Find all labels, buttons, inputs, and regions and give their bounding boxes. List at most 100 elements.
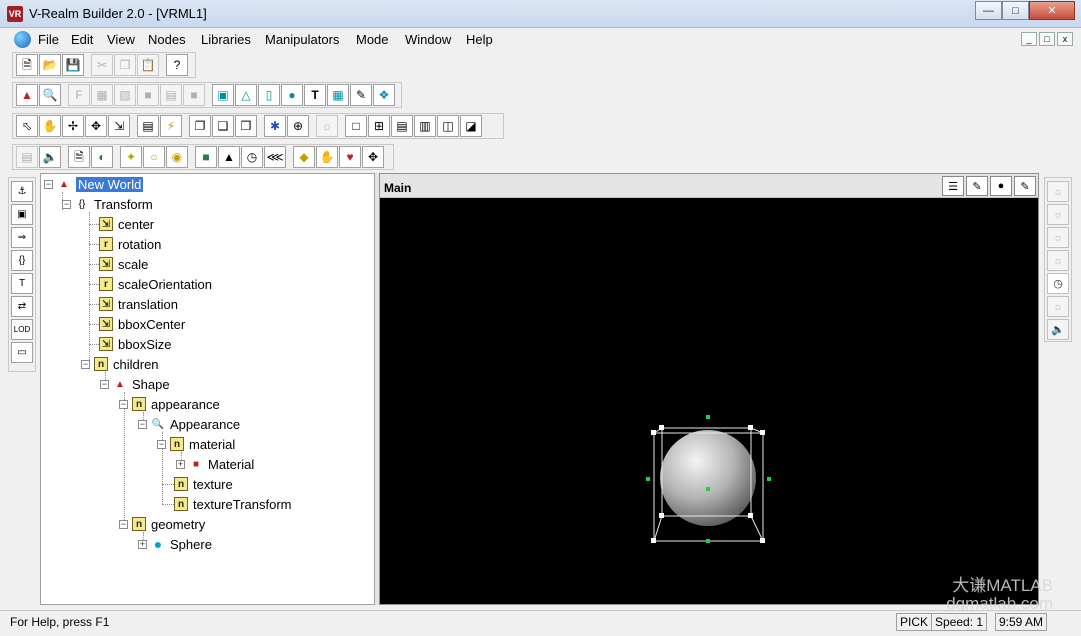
script-icon[interactable]: ♥: [339, 146, 361, 168]
sphere-object[interactable]: [660, 430, 756, 526]
menu-window[interactable]: Window: [405, 32, 451, 47]
new-file-icon[interactable]: 🗎: [16, 54, 38, 76]
sphere-icon[interactable]: ●: [281, 84, 303, 106]
light-3-icon[interactable]: ☼: [1047, 227, 1069, 248]
light-2-icon[interactable]: ☼: [1047, 204, 1069, 225]
view-top-icon[interactable]: ❒: [235, 115, 257, 137]
rotate-icon[interactable]: ✱: [264, 115, 286, 137]
maximize-button[interactable]: □: [1002, 1, 1029, 20]
viewpoint-icon[interactable]: ▤: [137, 115, 159, 137]
move-vertical-icon[interactable]: ✥: [85, 115, 107, 137]
split-left-icon[interactable]: ◪: [460, 115, 482, 137]
directional-light-icon[interactable]: ✦: [120, 146, 142, 168]
cut-icon[interactable]: ✂: [91, 54, 113, 76]
menu-view[interactable]: View: [107, 32, 135, 47]
navigation-mode-icon[interactable]: ✎: [1014, 176, 1036, 196]
billboard-icon[interactable]: ▣: [11, 204, 33, 225]
minimize-button[interactable]: —: [975, 1, 1002, 20]
spot-light-icon[interactable]: ◉: [166, 146, 188, 168]
tree-geometry-field[interactable]: − n geometry: [119, 514, 205, 534]
anchor-doc-icon[interactable]: 🗎: [68, 146, 90, 168]
group-icon[interactable]: {}: [11, 250, 33, 271]
collision-icon[interactable]: ⇒: [11, 227, 33, 248]
3d-canvas[interactable]: [380, 198, 1038, 604]
view-front-icon[interactable]: ❐: [189, 115, 211, 137]
touch-sensor-icon[interactable]: ◆: [293, 146, 315, 168]
mdi-restore-button[interactable]: □: [1039, 32, 1055, 46]
time-sensor-icon[interactable]: ◷: [241, 146, 263, 168]
tree-field-translation[interactable]: ⇲ translation: [99, 294, 178, 314]
tree-material-field[interactable]: − n material: [157, 434, 235, 454]
anchor-icon[interactable]: ⚓: [11, 181, 33, 202]
tree-children[interactable]: − n children: [81, 354, 159, 374]
quad-view-icon[interactable]: ⊞: [368, 115, 390, 137]
box-icon[interactable]: ▣: [212, 84, 234, 106]
texture-transform-icon[interactable]: ▤: [160, 84, 182, 106]
extrusion-icon[interactable]: ✎: [350, 84, 372, 106]
save-icon[interactable]: 💾: [62, 54, 84, 76]
orbit-icon[interactable]: ⊕: [287, 115, 309, 137]
transform-icon[interactable]: T: [11, 273, 33, 294]
tree-texture-field[interactable]: n texture: [174, 474, 233, 494]
tree-field-scale[interactable]: ⇲ scale: [99, 254, 148, 274]
tree-field-rotation[interactable]: r rotation: [99, 234, 161, 254]
split-right-icon[interactable]: ◫: [437, 115, 459, 137]
interpolator-icon[interactable]: ⋘: [264, 146, 286, 168]
collapse-toggle[interactable]: −: [62, 199, 71, 209]
light-4-icon[interactable]: ☼: [1047, 250, 1069, 271]
tree-texture-transform-field[interactable]: n textureTransform: [174, 494, 292, 514]
headlight-toggle-icon[interactable]: ●: [990, 176, 1012, 196]
menu-edit[interactable]: Edit: [71, 32, 93, 47]
tree-shape[interactable]: − ▲ Shape: [100, 374, 170, 394]
collapse-toggle[interactable]: −: [119, 519, 128, 529]
light-5-icon[interactable]: ☼: [1047, 296, 1069, 317]
tree-field-bbox-center[interactable]: ⇲ bboxCenter: [99, 314, 185, 334]
point-light-icon[interactable]: ○: [143, 146, 165, 168]
image-texture-icon[interactable]: ▦: [91, 84, 113, 106]
switch-icon[interactable]: ⇄: [11, 296, 33, 317]
expand-toggle[interactable]: +: [176, 459, 185, 469]
cylinder-icon[interactable]: ▯: [258, 84, 280, 106]
lod-icon[interactable]: LOD: [11, 319, 33, 340]
split-bottom-icon[interactable]: ▥: [414, 115, 436, 137]
plane-sensor-icon[interactable]: ■: [195, 146, 217, 168]
tree-appearance-field[interactable]: − n appearance: [119, 394, 220, 414]
view-side-icon[interactable]: ❑: [212, 115, 234, 137]
collapse-toggle[interactable]: −: [157, 439, 166, 449]
movie-texture-icon[interactable]: ▧: [114, 84, 136, 106]
collapse-toggle[interactable]: −: [138, 419, 147, 429]
pan-hand-icon[interactable]: ✋: [39, 115, 61, 137]
collapse-toggle[interactable]: −: [44, 179, 53, 189]
indexed-face-set-icon[interactable]: ❖: [373, 84, 395, 106]
tree-field-scale-orientation[interactable]: r scaleOrientation: [99, 274, 212, 294]
single-view-icon[interactable]: □: [345, 115, 367, 137]
sound-icon[interactable]: 🔈: [39, 146, 61, 168]
appearance-node-icon[interactable]: 🔍: [39, 84, 61, 106]
timer-icon[interactable]: ◷: [1047, 273, 1069, 294]
route-icon[interactable]: ⚡: [160, 115, 182, 137]
scale-icon[interactable]: ⇲: [108, 115, 130, 137]
menu-manipulators[interactable]: Manipulators: [265, 32, 339, 47]
cone-icon[interactable]: △: [235, 84, 257, 106]
tree-field-center[interactable]: ⇲ center: [99, 214, 154, 234]
menu-help[interactable]: Help: [466, 32, 493, 47]
tree-transform[interactable]: − {} Transform: [62, 194, 153, 214]
pencil-icon[interactable]: ✎: [966, 176, 988, 196]
collapse-toggle[interactable]: −: [119, 399, 128, 409]
font-style-icon[interactable]: F: [68, 84, 90, 106]
expand-toggle[interactable]: +: [138, 539, 147, 549]
shape-node-icon[interactable]: ▲: [16, 84, 38, 106]
light-1-icon[interactable]: ☼: [1047, 181, 1069, 202]
menu-file[interactable]: File: [38, 32, 59, 47]
close-button[interactable]: ✕: [1029, 1, 1075, 20]
paste-icon[interactable]: 📋: [137, 54, 159, 76]
material-swatch-icon[interactable]: ■: [183, 84, 205, 106]
menu-mode[interactable]: Mode: [356, 32, 389, 47]
world-info-icon[interactable]: ◐: [91, 146, 113, 168]
tree-root[interactable]: − ▲ New World: [44, 174, 144, 194]
collapse-toggle[interactable]: −: [81, 359, 90, 369]
hand-sensor-icon[interactable]: ✋: [316, 146, 338, 168]
headlight-icon[interactable]: ☼: [316, 115, 338, 137]
speaker-icon[interactable]: 🔈: [1047, 319, 1069, 340]
tree-material-node[interactable]: + ■ Material: [176, 454, 254, 474]
